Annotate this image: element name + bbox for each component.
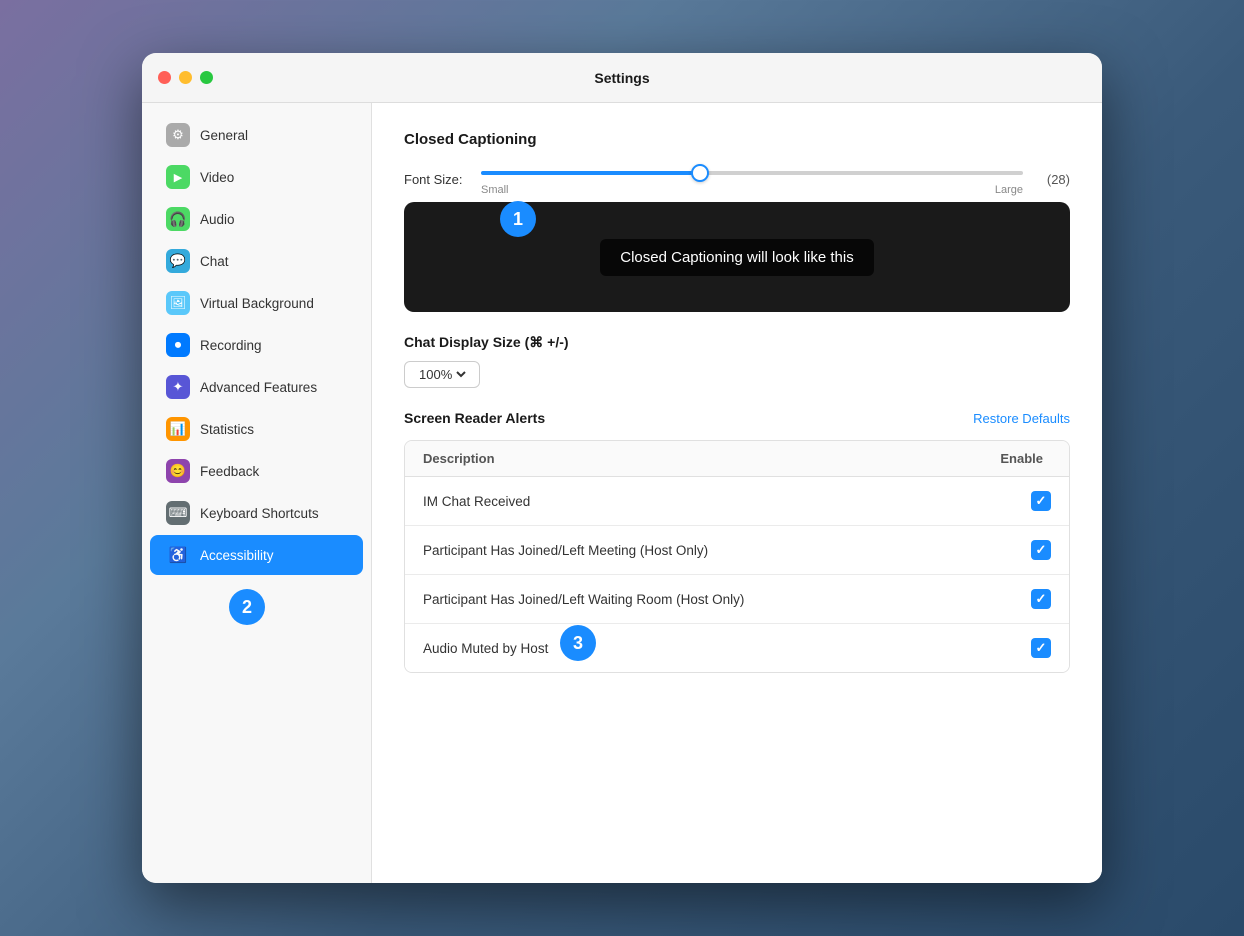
chat-display-section: Chat Display Size (⌘ +/-) 75% 100% 125% … <box>404 334 1070 388</box>
table-header: Description Enable <box>405 441 1069 477</box>
sidebar-item-audio[interactable]: 🎧 Audio <box>150 199 363 239</box>
checkbox-3[interactable]: ✓ <box>1031 638 1051 658</box>
checkmark-0: ✓ <box>1036 493 1047 509</box>
feedback-icon: 😊 <box>166 459 190 483</box>
sidebar-item-accessibility[interactable]: ♿ Accessibility <box>150 535 363 575</box>
restore-defaults-link[interactable]: Restore Defaults <box>973 411 1070 426</box>
sidebar-label-keyboard: Keyboard Shortcuts <box>200 506 319 521</box>
font-size-slider-container: Small Large <box>481 162 1023 196</box>
row-label-3: Audio Muted by Host <box>423 641 548 656</box>
caption-preview-text: Closed Captioning will look like this <box>600 239 873 276</box>
sidebar-label-statistics: Statistics <box>200 422 254 437</box>
close-button[interactable] <box>158 71 171 84</box>
chat-icon: 💬 <box>166 249 190 273</box>
advanced-features-icon: ✦ <box>166 375 190 399</box>
general-icon: ⚙ <box>166 123 190 147</box>
checkbox-0[interactable]: ✓ <box>1031 491 1051 511</box>
screen-reader-title: Screen Reader Alerts <box>404 410 545 426</box>
checkbox-2[interactable]: ✓ <box>1031 589 1051 609</box>
font-size-value: (28) <box>1035 172 1070 187</box>
sidebar-label-audio: Audio <box>200 212 235 227</box>
sidebar-label-vbg: Virtual Background <box>200 296 314 311</box>
slider-label-small: Small <box>481 184 509 196</box>
window-title: Settings <box>594 70 649 86</box>
font-size-label: Font Size: <box>404 172 469 187</box>
checkmark-1: ✓ <box>1036 542 1047 558</box>
badge-3: 3 <box>560 625 596 661</box>
badge-1: 1 <box>500 201 536 237</box>
screen-reader-section: Screen Reader Alerts Restore Defaults De… <box>404 410 1070 673</box>
badge-2: 2 <box>229 589 265 625</box>
keyboard-shortcuts-icon: ⌨ <box>166 501 190 525</box>
table-scroll: IM Chat Received ✓ Participant Has Joine… <box>405 477 1069 672</box>
sidebar-label-recording: Recording <box>200 338 262 353</box>
sidebar-label-feedback: Feedback <box>200 464 259 479</box>
sidebar-item-virtual-background[interactable]: 🖼 Virtual Background <box>150 283 363 323</box>
chat-display-select[interactable]: 75% 100% 125% 150% <box>415 366 469 383</box>
table-row: Audio Muted by Host ✓ <box>405 624 1069 672</box>
checkmark-3: ✓ <box>1036 640 1047 656</box>
accessibility-icon: ♿ <box>166 543 190 567</box>
sidebar-label-accessibility: Accessibility <box>200 548 274 563</box>
recording-icon: ⏺ <box>166 333 190 357</box>
chat-display-title: Chat Display Size (⌘ +/-) <box>404 334 1070 351</box>
sidebar-item-keyboard-shortcuts[interactable]: ⌨ Keyboard Shortcuts <box>150 493 363 533</box>
virtual-background-icon: 🖼 <box>166 291 190 315</box>
slider-label-large: Large <box>995 184 1023 196</box>
row-label-0: IM Chat Received <box>423 494 530 509</box>
table-row: IM Chat Received ✓ <box>405 477 1069 526</box>
checkmark-2: ✓ <box>1036 591 1047 607</box>
col-description-header: Description <box>423 451 495 466</box>
video-icon: ▶ <box>166 165 190 189</box>
font-size-slider[interactable] <box>481 171 1023 175</box>
content-area: ⚙ General ▶ Video 🎧 Audio 💬 Chat 🖼 Virtu… <box>142 103 1102 883</box>
statistics-icon: 📊 <box>166 417 190 441</box>
sidebar-item-general[interactable]: ⚙ General <box>150 115 363 155</box>
fullscreen-button[interactable] <box>200 71 213 84</box>
traffic-lights <box>158 71 213 84</box>
titlebar: Settings <box>142 53 1102 103</box>
font-size-row: Font Size: Small Large (28) <box>404 162 1070 196</box>
screen-reader-header: Screen Reader Alerts Restore Defaults <box>404 410 1070 426</box>
sidebar-label-chat: Chat <box>200 254 229 269</box>
sidebar-item-recording[interactable]: ⏺ Recording <box>150 325 363 365</box>
audio-icon: 🎧 <box>166 207 190 231</box>
sidebar-item-statistics[interactable]: 📊 Statistics <box>150 409 363 449</box>
sidebar-item-video[interactable]: ▶ Video <box>150 157 363 197</box>
sidebar-item-advanced-features[interactable]: ✦ Advanced Features <box>150 367 363 407</box>
chat-display-select-wrapper: 75% 100% 125% 150% <box>404 361 480 388</box>
screen-reader-table: Description Enable IM Chat Received ✓ Pa… <box>404 440 1070 673</box>
row-label-1: Participant Has Joined/Left Meeting (Hos… <box>423 543 708 558</box>
sidebar-item-feedback[interactable]: 😊 Feedback <box>150 451 363 491</box>
sidebar: ⚙ General ▶ Video 🎧 Audio 💬 Chat 🖼 Virtu… <box>142 103 372 883</box>
table-row: Participant Has Joined/Left Meeting (Hos… <box>405 526 1069 575</box>
row-label-2: Participant Has Joined/Left Waiting Room… <box>423 592 744 607</box>
settings-window: Settings ⚙ General ▶ Video 🎧 Audio 💬 Cha… <box>142 53 1102 883</box>
sidebar-item-chat[interactable]: 💬 Chat <box>150 241 363 281</box>
sidebar-label-general: General <box>200 128 248 143</box>
main-content: Closed Captioning Font Size: Small Large… <box>372 103 1102 883</box>
sidebar-label-advanced: Advanced Features <box>200 380 317 395</box>
slider-labels: Small Large <box>481 184 1023 196</box>
minimize-button[interactable] <box>179 71 192 84</box>
checkbox-1[interactable]: ✓ <box>1031 540 1051 560</box>
table-row: Participant Has Joined/Left Waiting Room… <box>405 575 1069 624</box>
sidebar-label-video: Video <box>200 170 234 185</box>
closed-captioning-title: Closed Captioning <box>404 131 1070 148</box>
col-enable-header: Enable <box>1000 451 1043 466</box>
